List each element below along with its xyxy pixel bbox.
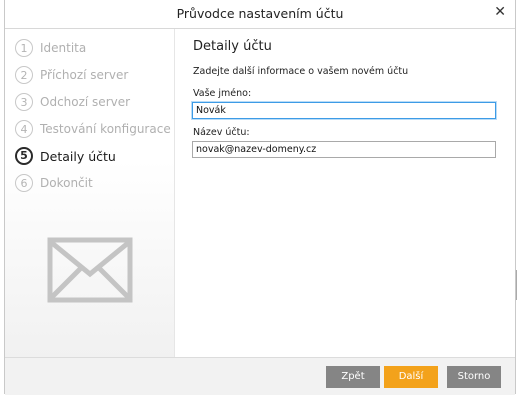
step-number: 3: [15, 93, 33, 111]
cancel-button[interactable]: Storno: [447, 366, 501, 388]
step-identita: 1 Identita: [15, 38, 86, 58]
wizard-footer: Zpět Další Storno: [5, 357, 515, 395]
step-label: Detaily účtu: [40, 148, 116, 164]
step-label: Testování konfigurace: [40, 122, 171, 136]
step-number: 5: [15, 147, 33, 165]
close-icon[interactable]: ✕: [494, 4, 506, 20]
step-number: 4: [15, 120, 33, 138]
step-label: Identita: [40, 41, 87, 55]
title-bar: Průvodce nastavením účtu ✕: [5, 0, 515, 29]
step-label: Příchozí server: [40, 68, 129, 82]
background-edge: [516, 270, 520, 300]
account-name-label: Název účtu:: [193, 127, 250, 138]
step-prichozi-server: 2 Příchozí server: [15, 65, 128, 85]
next-button[interactable]: Další: [384, 366, 438, 388]
step-number: 1: [15, 39, 33, 57]
account-details-panel: Detaily účtu Zadejte další informace o v…: [175, 29, 515, 357]
name-field[interactable]: [192, 102, 496, 119]
step-label: Dokončit: [40, 176, 93, 190]
wizard-steps-sidebar: 1 Identita 2 Příchozí server 3 Odchozí s…: [5, 29, 175, 357]
account-name-field[interactable]: [192, 141, 496, 158]
envelope-icon: [47, 237, 133, 307]
panel-heading: Detaily účtu: [193, 39, 272, 54]
step-detaily-uctu: 5 Detaily účtu: [15, 146, 116, 166]
step-number: 2: [15, 66, 33, 84]
step-dokoncit: 6 Dokončit: [15, 173, 93, 193]
step-odchozi-server: 3 Odchozí server: [15, 92, 130, 112]
step-label: Odchozí server: [40, 95, 131, 109]
back-button[interactable]: Zpět: [326, 366, 380, 388]
window-title: Průvodce nastavením účtu: [176, 6, 344, 21]
name-label: Vaše jméno:: [193, 88, 252, 99]
step-testovani-konfigurace: 4 Testování konfigurace: [15, 119, 171, 139]
window-border-right: [515, 0, 516, 394]
step-number: 6: [15, 174, 33, 192]
intro-text: Zadejte další informace o vašem novém úč…: [193, 66, 409, 77]
